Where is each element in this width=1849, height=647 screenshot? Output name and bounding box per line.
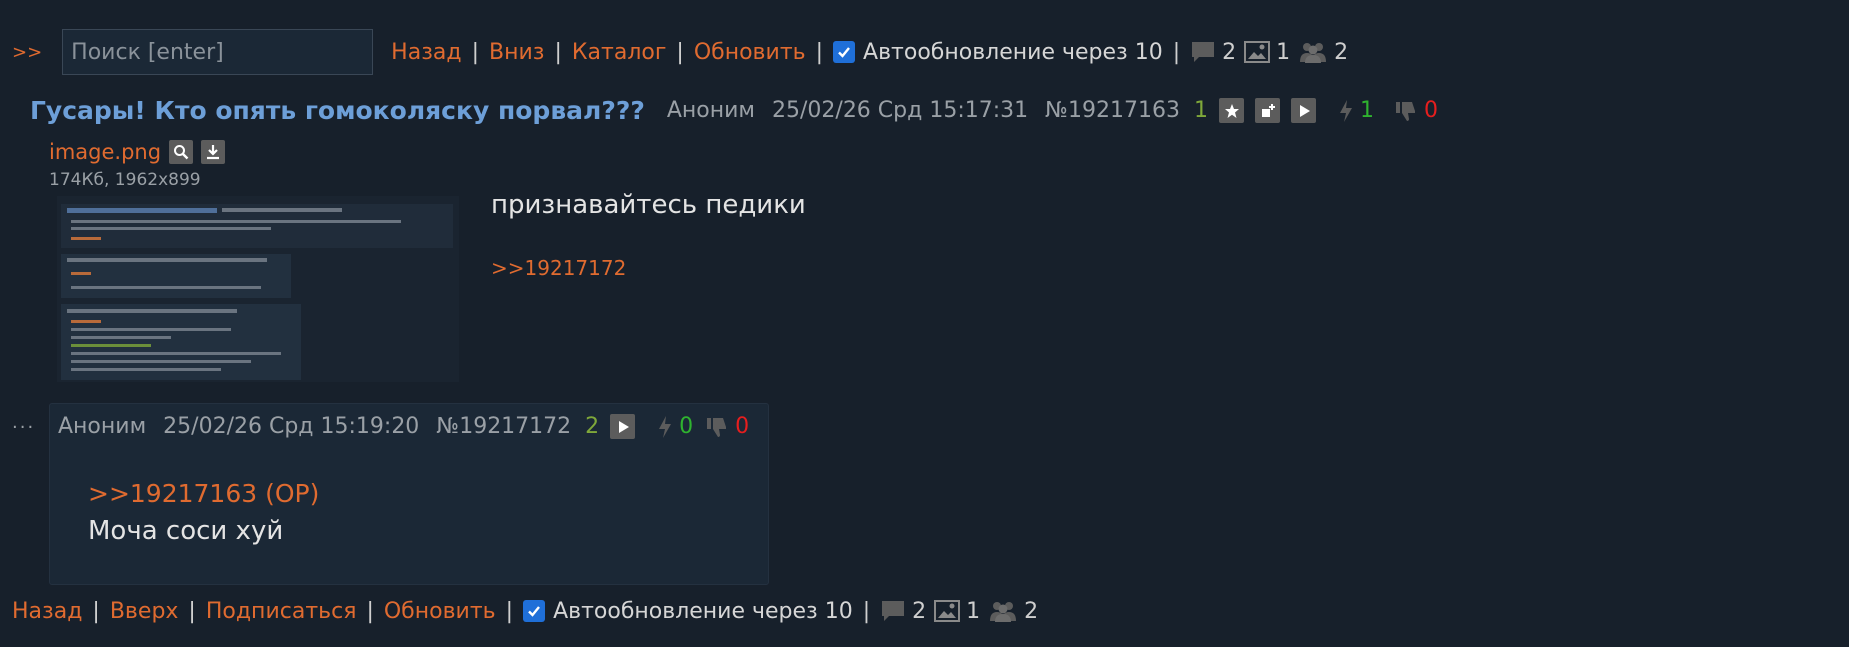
dislike-button[interactable]: 0 — [1394, 98, 1438, 123]
separator: | — [676, 39, 684, 65]
thumbs-down-icon — [707, 417, 727, 437]
separator: | — [92, 598, 100, 624]
down-link[interactable]: Вниз — [489, 40, 544, 65]
image-count: 1 — [934, 599, 980, 624]
post-count-value: 2 — [912, 598, 927, 624]
separator: | — [188, 598, 196, 624]
separator: | — [815, 39, 824, 65]
separator: | — [471, 39, 480, 65]
separator: | — [1172, 39, 1181, 65]
play-button[interactable] — [610, 414, 636, 439]
play-icon — [618, 420, 629, 433]
separator: | — [862, 598, 871, 624]
op-header: Гусары! Кто опять гомоколяску порвал??? … — [30, 96, 1438, 125]
user-count-value: 2 — [1334, 39, 1349, 65]
play-icon — [1299, 104, 1310, 117]
comment-icon — [1192, 42, 1215, 62]
poster-name: Аноним — [666, 98, 755, 123]
autoupdate-checkbox[interactable] — [523, 600, 546, 622]
lightning-icon — [1340, 99, 1352, 122]
file-line: image.png — [49, 140, 226, 164]
up-link[interactable]: Вверх — [110, 599, 179, 624]
thumbnail-image — [57, 196, 459, 382]
play-button[interactable] — [1291, 98, 1316, 123]
file-info: image.png 174Кб, 1962x899 — [49, 140, 226, 190]
image-count: 1 — [1244, 40, 1290, 65]
back-link[interactable]: Назад — [391, 40, 461, 65]
post-count-value: 2 — [1222, 39, 1237, 65]
reply-post: Аноним 25/02/26 Срд 15:19:20 №19217172 2… — [49, 403, 769, 585]
bottom-navigation: Назад | Вверх | Подписаться | Обновить |… — [12, 590, 1038, 632]
refresh-link[interactable]: Обновить — [384, 599, 496, 624]
thumbs-down-icon — [1396, 101, 1415, 121]
add-icon — [1261, 103, 1275, 117]
expand-arrows[interactable]: >> — [12, 42, 42, 63]
post-meta: Аноним 25/02/26 Срд 15:17:31 №19217163 — [667, 98, 1180, 123]
post-count: 2 — [1190, 40, 1236, 65]
download-button[interactable] — [201, 140, 226, 164]
image-count-value: 1 — [966, 598, 981, 624]
catalog-link[interactable]: Каталог — [572, 40, 666, 65]
separator: | — [554, 39, 562, 65]
autoupdate-label[interactable]: Автообновление через 10 — [553, 599, 853, 624]
post-meta: Аноним 25/02/26 Срд 15:19:20 №19217172 — [58, 414, 571, 439]
dislike-button[interactable]: 0 — [705, 414, 749, 439]
download-icon — [207, 145, 220, 160]
users-icon — [990, 602, 1017, 622]
autoupdate-checkbox[interactable] — [833, 41, 856, 63]
file-name-link[interactable]: image.png — [49, 140, 161, 164]
reply-header: Аноним 25/02/26 Срд 15:19:20 №19217172 2… — [58, 414, 749, 439]
separator: | — [505, 598, 514, 624]
post-count: 2 — [880, 599, 926, 624]
search-icon — [174, 145, 189, 160]
thread-subject: Гусары! Кто опять гомоколяску порвал??? — [30, 96, 645, 125]
op-reply-link[interactable]: >>19217172 — [491, 256, 626, 280]
image-count-value: 1 — [1276, 39, 1291, 65]
back-link[interactable]: Назад — [12, 599, 82, 624]
favorite-button[interactable] — [1219, 98, 1244, 123]
poster-name: Аноним — [58, 414, 147, 439]
post-menu-dots[interactable]: ... — [12, 412, 35, 433]
search-input[interactable] — [62, 29, 374, 75]
post-date: 25/02/26 Срд 15:19:20 — [163, 414, 420, 439]
check-icon — [838, 47, 850, 58]
top-navigation: >> Назад | Вниз | Каталог | Обновить | А… — [12, 29, 1348, 75]
user-count: 2 — [988, 599, 1038, 624]
like-count: 1 — [1360, 98, 1374, 123]
users-icon — [1300, 43, 1327, 63]
separator: | — [366, 598, 374, 624]
like-count: 0 — [679, 414, 694, 439]
op-message: признавайтесь педики — [491, 190, 806, 220]
add-button[interactable] — [1255, 98, 1280, 123]
autoupdate-label[interactable]: Автообновление через 10 — [863, 40, 1163, 65]
reply-count[interactable]: 2 — [585, 414, 599, 439]
star-icon — [1224, 103, 1239, 118]
image-icon — [934, 600, 961, 622]
reply-count[interactable]: 1 — [1194, 98, 1208, 123]
like-button[interactable]: 1 0 — [1338, 98, 1438, 123]
user-count: 2 — [1298, 40, 1348, 65]
dislike-count: 0 — [1424, 98, 1438, 123]
file-size: 174Кб, 1962x899 — [49, 170, 201, 190]
user-count-value: 2 — [1024, 598, 1039, 624]
subscribe-link[interactable]: Подписаться — [206, 599, 357, 624]
post-number[interactable]: №19217163 — [1045, 98, 1180, 123]
reply-quote-link[interactable]: >>19217163 (OP) — [88, 479, 319, 508]
check-icon — [528, 606, 540, 617]
post-number[interactable]: №19217172 — [436, 414, 571, 439]
refresh-link[interactable]: Обновить — [694, 40, 806, 65]
dislike-count: 0 — [735, 414, 750, 439]
post-image-thumbnail[interactable] — [57, 196, 459, 382]
like-button[interactable]: 0 0 — [657, 414, 749, 439]
reply-message: Моча соси хуй — [88, 516, 284, 546]
search-image-button[interactable] — [169, 140, 194, 164]
lightning-icon — [659, 415, 672, 438]
post-date: 25/02/26 Срд 15:17:31 — [772, 98, 1029, 123]
image-icon — [1244, 41, 1271, 63]
comment-icon — [882, 601, 905, 621]
